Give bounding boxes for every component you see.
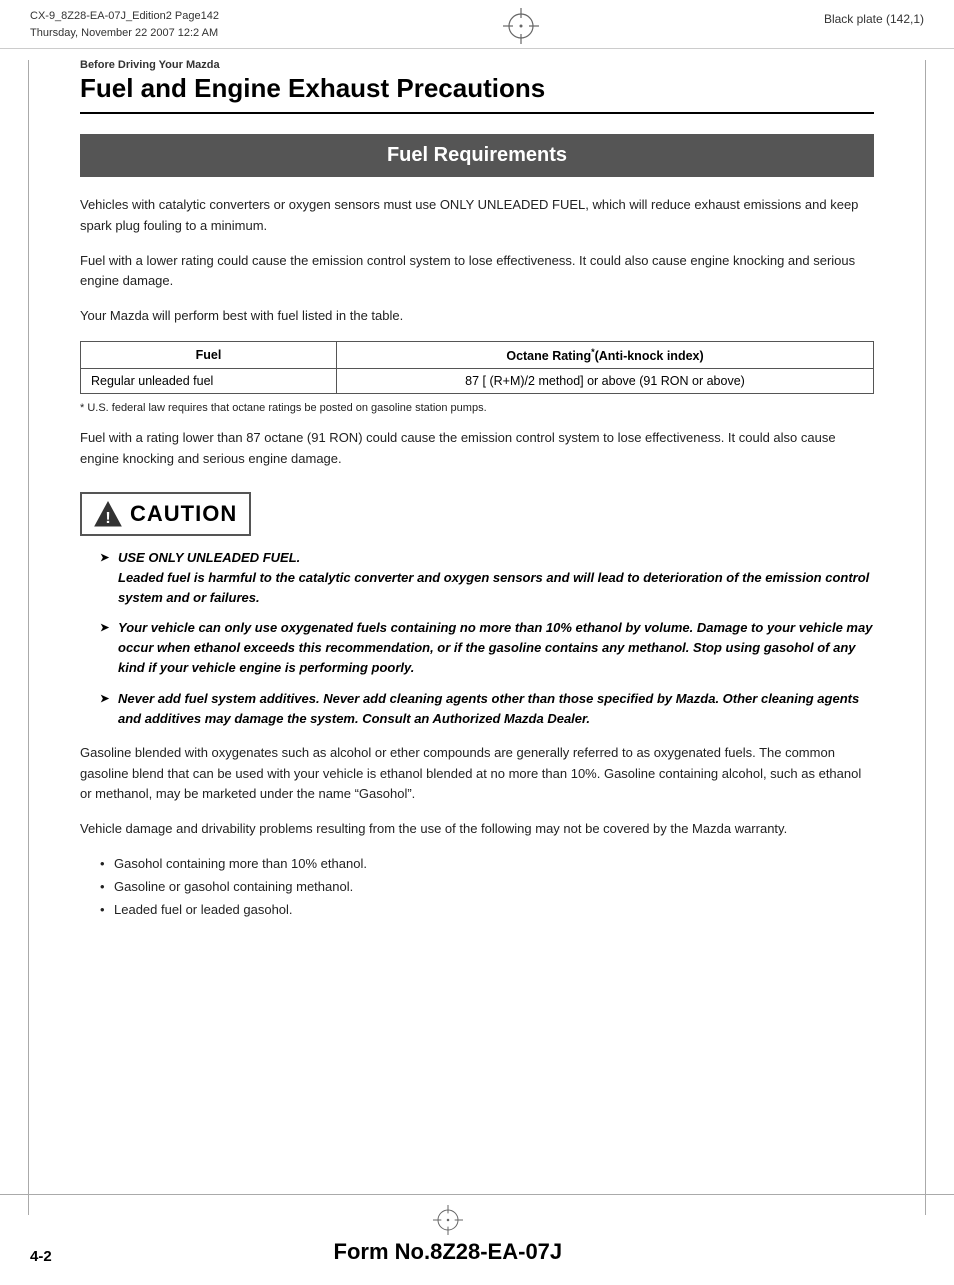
bottom-area: 4-2 Form No.8Z28-EA-07J [0, 1194, 954, 1285]
table-header-fuel: Fuel [81, 341, 337, 368]
paragraph-2: Fuel with a lower rating could cause the… [80, 251, 874, 293]
caution-item-3: Never add fuel system additives. Never a… [100, 689, 874, 729]
bottom-center: Form No.8Z28-EA-07J [334, 1205, 563, 1265]
header-right: Black plate (142,1) [824, 8, 924, 26]
table-header-octane: Octane Rating*(Anti-knock index) [337, 341, 874, 368]
page-number: 4-2 [30, 1248, 52, 1265]
header-line1: CX-9_8Z28-EA-07J_Edition2 Page142 [30, 8, 219, 25]
fuel-requirements-heading: Fuel Requirements [80, 134, 874, 177]
caution-item-2: Your vehicle can only use oxygenated fue… [100, 618, 874, 678]
paragraph-3: Your Mazda will perform best with fuel l… [80, 306, 874, 327]
form-number: Form No.8Z28-EA-07J [334, 1239, 563, 1265]
caution-label: CAUTION [130, 501, 237, 527]
bullet-item-3: Leaded fuel or leaded gasohol. [100, 900, 874, 921]
caution-item-1: USE ONLY UNLEADED FUEL. Leaded fuel is h… [100, 548, 874, 608]
margin-left-line [28, 60, 29, 1215]
title-underline [80, 112, 874, 114]
table-cell-fuel: Regular unleaded fuel [81, 369, 337, 394]
caution-list: USE ONLY UNLEADED FUEL. Leaded fuel is h… [100, 548, 874, 729]
table-cell-octane: 87 [ (R+M)/2 method] or above (91 RON or… [337, 369, 874, 394]
svg-text:!: ! [105, 510, 110, 527]
table-row: Regular unleaded fuel 87 [ (R+M)/2 metho… [81, 369, 874, 394]
paragraph-1: Vehicles with catalytic converters or ox… [80, 195, 874, 237]
content-area: Before Driving Your Mazda Fuel and Engin… [0, 49, 954, 942]
caution-box: ! CAUTION [80, 492, 251, 536]
top-header: CX-9_8Z28-EA-07J_Edition2 Page142 Thursd… [0, 0, 954, 49]
bullet-item-1: Gasohol containing more than 10% ethanol… [100, 854, 874, 875]
paragraph-6: Vehicle damage and drivability problems … [80, 819, 874, 840]
bullet-list: Gasohol containing more than 10% ethanol… [100, 854, 874, 920]
caution-item-3-rest: Never add fuel system additives. Never a… [118, 691, 859, 726]
header-center [503, 8, 539, 44]
caution-item-1-first: USE ONLY UNLEADED FUEL. [118, 550, 300, 565]
paragraph-5: Gasoline blended with oxygenates such as… [80, 743, 874, 805]
paragraph-4: Fuel with a rating lower than 87 octane … [80, 428, 874, 470]
caution-triangle-icon: ! [94, 500, 122, 528]
caution-item-2-rest: Your vehicle can only use oxygenated fue… [118, 620, 872, 675]
page-title: Fuel and Engine Exhaust Precautions [80, 73, 874, 104]
header-left: CX-9_8Z28-EA-07J_Edition2 Page142 Thursd… [30, 8, 219, 41]
margin-right-line [925, 60, 926, 1215]
crosshair-bottom-icon [433, 1205, 463, 1235]
header-line2: Thursday, November 22 2007 12:2 AM [30, 25, 219, 42]
caution-item-1-rest: Leaded fuel is harmful to the catalytic … [118, 570, 869, 605]
table-footnote: * U.S. federal law requires that octane … [80, 402, 874, 414]
crosshair-icon [503, 8, 539, 44]
fuel-table: Fuel Octane Rating*(Anti-knock index) Re… [80, 341, 874, 394]
bullet-item-2: Gasoline or gasohol containing methanol. [100, 877, 874, 898]
section-label: Before Driving Your Mazda [80, 59, 874, 71]
page: CX-9_8Z28-EA-07J_Edition2 Page142 Thursd… [0, 0, 954, 1285]
